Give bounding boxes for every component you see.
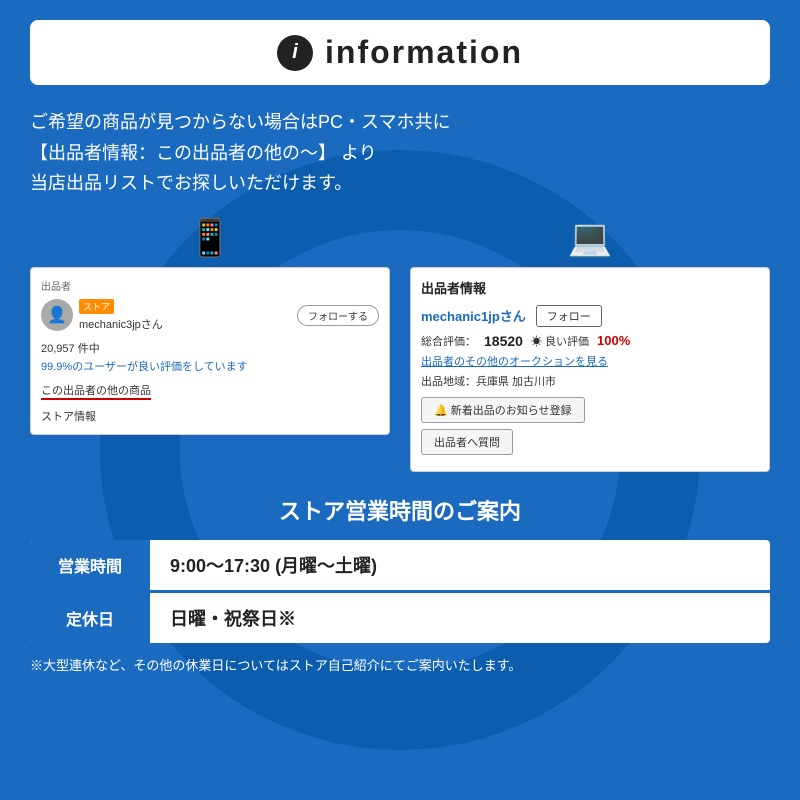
other-items-link[interactable]: この出品者の他の商品 xyxy=(41,382,151,400)
hours-row-1: 営業時間 9:00〜17:30 (月曜〜土曜) xyxy=(30,540,770,590)
store-info-label: ストア情報 xyxy=(41,408,379,424)
hours-label-1: 営業時間 xyxy=(30,540,150,590)
smartphone-icon: 📱 xyxy=(188,217,233,259)
good-label: ☀ 良い評価 xyxy=(531,333,589,349)
hours-section: ストア営業時間のご案内 営業時間 9:00〜17:30 (月曜〜土曜) 定休日 … xyxy=(30,494,770,674)
seller-details-left: ストア mechanic3jpさん xyxy=(79,299,163,332)
review-count: 20,957 件中 xyxy=(41,340,379,356)
seller-section-label-r: 出品者情報 xyxy=(421,278,759,297)
info-header: i information xyxy=(30,20,770,85)
hours-table: 営業時間 9:00〜17:30 (月曜〜土曜) 定休日 日曜・祝祭日※ xyxy=(30,540,770,643)
main-description: ご希望の商品が見つからない場合はPC・スマホ共に 【出品者情報：この出品者の他の… xyxy=(30,107,770,199)
info-title: information xyxy=(325,34,523,71)
location: 出品地域：兵庫県 加古川市 xyxy=(421,373,759,389)
seller-name-right: mechanic1jpさん xyxy=(421,306,526,325)
review-pct: 99.9%のユーザーが良い評価をしています xyxy=(41,358,379,374)
mobile-screenshot: 出品者 👤 ストア mechanic3jpさん フォローする 20,957 件中… xyxy=(30,267,390,435)
seller-row-right: mechanic1jpさん フォロー xyxy=(421,305,759,327)
store-badge: ストア xyxy=(79,299,114,314)
footer-note: ※大型連休など、その他の休業日についてはストア自己紹介にてご案内いたします。 xyxy=(30,655,770,674)
pc-screenshot: 出品者情報 mechanic1jpさん フォロー 総合評価： 18520 ☀ 良… xyxy=(410,267,770,472)
screenshots-section: 📱 出品者 👤 ストア mechanic3jpさん フォローする 20,957 … xyxy=(30,217,770,472)
seller-name-left: mechanic3jpさん xyxy=(79,316,163,332)
follow-button-right[interactable]: フォロー xyxy=(536,305,602,327)
rating-row: 総合評価： 18520 ☀ 良い評価 100% xyxy=(421,333,759,349)
pc-screenshot-wrapper: 💻 出品者情報 mechanic1jpさん フォロー 総合評価： 18520 ☀… xyxy=(410,217,770,472)
hours-title: ストア営業時間のご案内 xyxy=(30,494,770,526)
rating-count: 18520 xyxy=(484,333,523,349)
good-pct: 100% xyxy=(597,333,630,348)
info-icon: i xyxy=(277,35,313,71)
hours-value-2: 日曜・祝祭日※ xyxy=(150,593,316,643)
auction-link[interactable]: 出品者のその他のオークションを見る xyxy=(421,353,759,369)
mobile-screenshot-wrapper: 📱 出品者 👤 ストア mechanic3jpさん フォローする 20,957 … xyxy=(30,217,390,435)
notify-button[interactable]: 🔔 新着出品のお知らせ登録 xyxy=(421,397,585,423)
computer-icon: 💻 xyxy=(568,217,613,259)
hours-value-1: 9:00〜17:30 (月曜〜土曜) xyxy=(150,540,397,590)
question-button[interactable]: 出品者へ質問 xyxy=(421,429,513,455)
rating-label: 総合評価： xyxy=(421,333,476,349)
hours-label-2: 定休日 xyxy=(30,593,150,643)
hours-row-2: 定休日 日曜・祝祭日※ xyxy=(30,590,770,643)
seller-info-left: 👤 ストア mechanic3jpさん xyxy=(41,299,163,332)
seller-avatar-left: 👤 xyxy=(41,299,73,331)
seller-section-label: 出品者 xyxy=(41,278,379,293)
follow-button-left[interactable]: フォローする xyxy=(297,305,379,326)
seller-row-left: 👤 ストア mechanic3jpさん フォローする xyxy=(41,299,379,332)
